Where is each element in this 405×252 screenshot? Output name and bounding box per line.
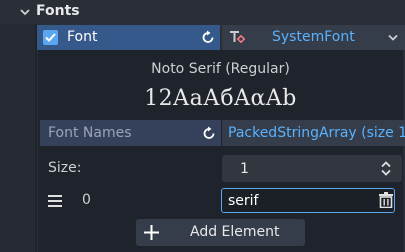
packed-string-array-label: PackedStringArray (size 1) (228, 125, 405, 141)
font-names-property[interactable]: Font Names (40, 120, 221, 146)
element-value-input[interactable] (221, 188, 395, 213)
plus-icon (144, 225, 159, 240)
section-title: Fonts (36, 3, 80, 19)
font-property-row[interactable]: Font (37, 25, 220, 50)
font-checkbox[interactable] (43, 30, 58, 45)
checkmark-icon (45, 33, 56, 42)
element-index: 0 (82, 192, 91, 208)
chevron-down-icon[interactable] (388, 34, 398, 42)
font-resource-type: SystemFont (272, 29, 355, 45)
add-element-label: Add Element (190, 224, 280, 240)
system-font-icon (230, 31, 245, 43)
drag-handle-icon[interactable] (48, 195, 62, 207)
font-property-label: Font (67, 29, 98, 45)
font-names-label: Font Names (48, 125, 132, 141)
array-element-row: 0 (38, 186, 405, 216)
add-element-button[interactable]: Add Element (136, 219, 305, 246)
array-size-spinbox[interactable]: 1 (222, 155, 402, 182)
revert-icon[interactable] (201, 30, 216, 45)
trash-icon[interactable] (378, 192, 394, 208)
array-size-label: Size: (48, 160, 82, 176)
indent-guide (35, 24, 37, 252)
left-indent-rail (0, 24, 36, 252)
font-names-value[interactable]: PackedStringArray (size 1) (222, 120, 405, 146)
array-size-value: 1 (240, 161, 249, 177)
font-preview-name: Noto Serif (Regular) (151, 61, 290, 77)
font-resource-picker[interactable]: SystemFont (222, 25, 405, 50)
fonts-section-header[interactable]: Fonts (0, 0, 405, 24)
revert-icon[interactable] (202, 126, 217, 141)
font-preview-sample: 12AaАбΑαAb (144, 86, 297, 111)
chevron-down-icon (20, 9, 30, 16)
up-down-arrows-icon[interactable] (380, 161, 392, 176)
